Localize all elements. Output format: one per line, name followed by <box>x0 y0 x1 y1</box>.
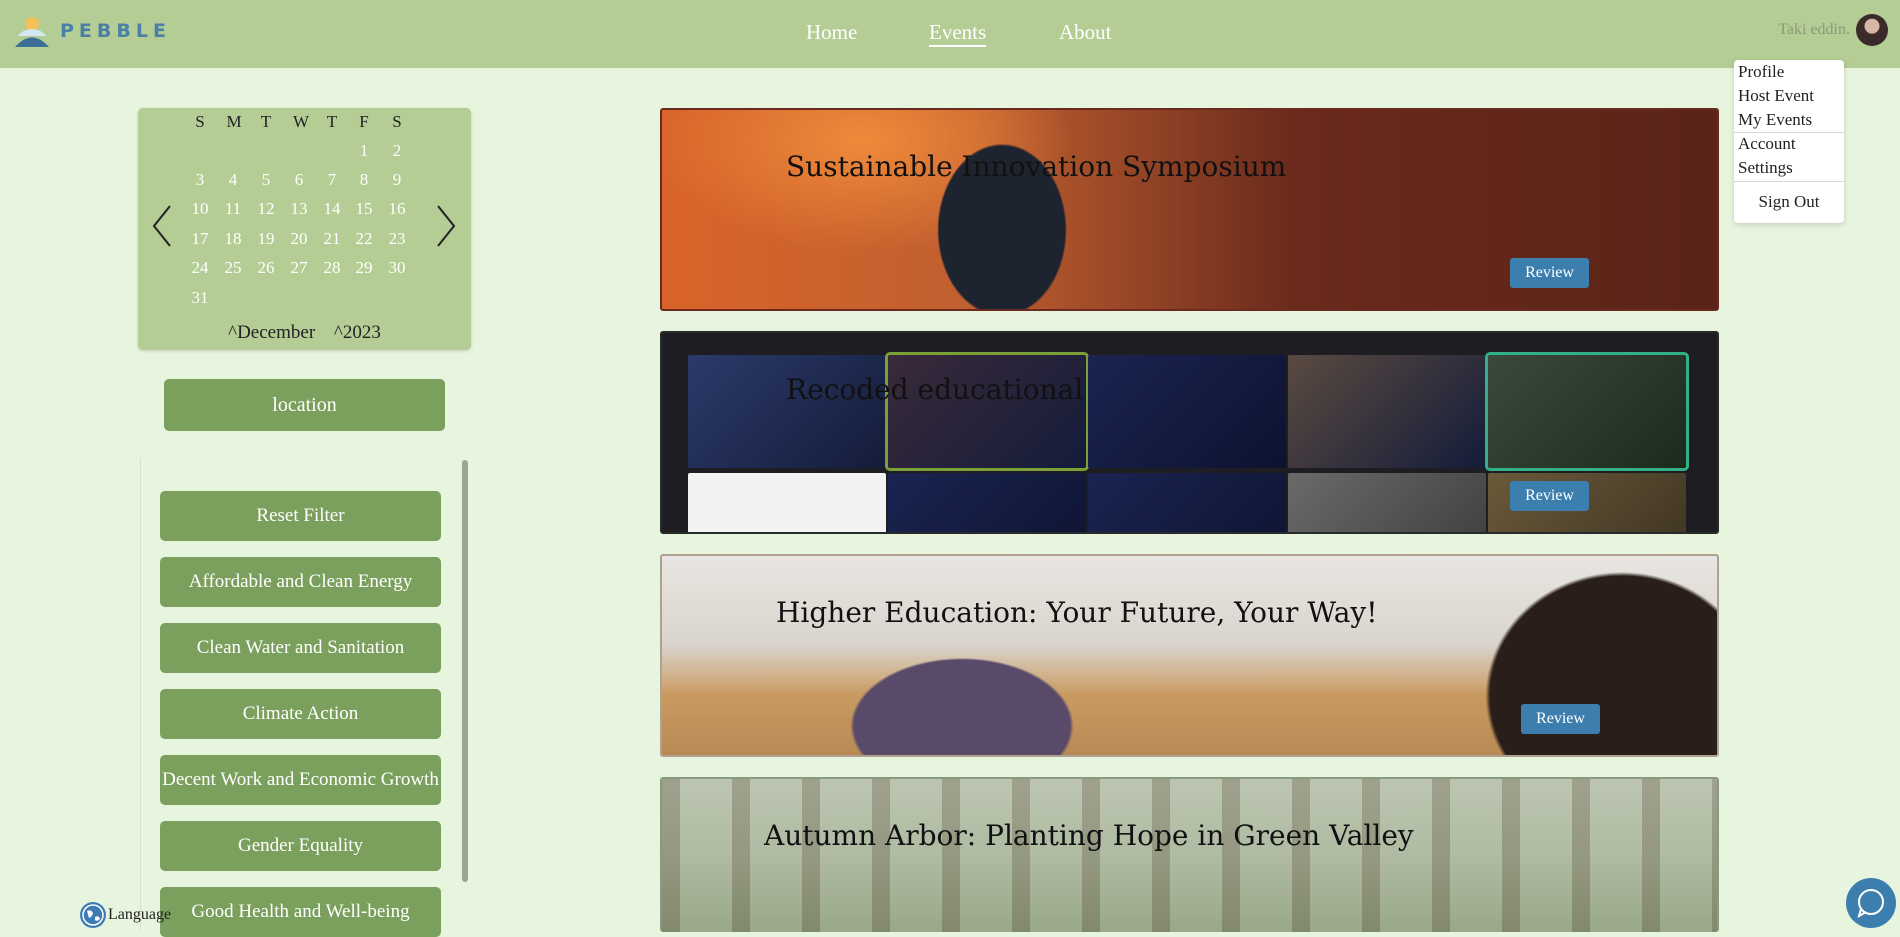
video-tile <box>1288 473 1486 532</box>
calendar-day[interactable]: 16 <box>382 199 412 219</box>
calendar-day[interactable]: 14 <box>317 199 347 219</box>
calendar-day[interactable]: 2 <box>382 141 412 161</box>
video-tile <box>688 355 886 468</box>
nav-events[interactable]: Events <box>929 20 986 45</box>
calendar-day[interactable]: 8 <box>349 170 379 190</box>
chat-support-button[interactable] <box>1846 878 1896 928</box>
calendar-day[interactable]: 23 <box>382 229 412 249</box>
calendar-day[interactable]: 18 <box>218 229 248 249</box>
event-title: Sustainable Innovation Symposium <box>786 150 1287 183</box>
event-title: Autumn Arbor: Planting Hope in Green Val… <box>764 819 1414 852</box>
avatar[interactable] <box>1856 14 1888 46</box>
month-selector[interactable]: ^December <box>228 322 315 343</box>
event-card[interactable]: Higher Education: Your Future, Your Way!… <box>660 554 1719 757</box>
menu-item-profile[interactable]: Profile <box>1738 62 1784 82</box>
reset-filter-button[interactable]: Reset Filter <box>160 491 441 541</box>
chevron-left-icon[interactable] <box>150 204 174 248</box>
globe-icon <box>80 902 106 928</box>
year-selector[interactable]: ^2023 <box>334 322 381 343</box>
video-tile <box>1288 355 1486 468</box>
calendar-day[interactable]: 3 <box>185 170 215 190</box>
filter-climate-action[interactable]: Climate Action <box>160 689 441 739</box>
top-navigation-bar: PEBBLE Home Events About Taki eddin. <box>0 0 1900 68</box>
calendar-day[interactable]: 22 <box>349 229 379 249</box>
calendar-day[interactable]: 28 <box>317 258 347 278</box>
weekday-label: T <box>326 112 338 131</box>
video-tile <box>688 473 886 532</box>
filter-affordable-clean-energy[interactable]: Affordable and Clean Energy <box>160 557 441 607</box>
video-tile <box>1088 473 1286 532</box>
calendar-day[interactable]: 12 <box>251 199 281 219</box>
menu-divider <box>1734 181 1844 182</box>
calendar-day[interactable]: 9 <box>382 170 412 190</box>
event-card[interactable]: Sustainable Innovation Symposium Review <box>660 108 1719 311</box>
event-card[interactable]: Autumn Arbor: Planting Hope in Green Val… <box>660 777 1719 932</box>
menu-item-sign-out[interactable]: Sign Out <box>1734 192 1844 212</box>
calendar-day[interactable]: 7 <box>317 170 347 190</box>
calendar-day[interactable]: 29 <box>349 258 379 278</box>
language-label: Language <box>108 906 172 923</box>
menu-item-my-events[interactable]: My Events <box>1738 110 1812 130</box>
calendar-day[interactable]: 27 <box>284 258 314 278</box>
calendar-day[interactable]: 11 <box>218 199 248 219</box>
menu-item-host-event[interactable]: Host Event <box>1738 86 1814 106</box>
calendar-day[interactable]: 30 <box>382 258 412 278</box>
weekday-label: T <box>260 112 272 131</box>
calendar-day[interactable]: 1 <box>349 141 379 161</box>
nav-about[interactable]: About <box>1059 20 1112 45</box>
calendar-day[interactable]: 5 <box>251 170 281 190</box>
menu-item-settings[interactable]: Settings <box>1738 158 1793 178</box>
nav-home[interactable]: Home <box>806 20 857 45</box>
video-tile <box>1485 352 1689 471</box>
language-switcher[interactable]: Language <box>80 902 171 928</box>
filter-clean-water-sanitation[interactable]: Clean Water and Sanitation <box>160 623 441 673</box>
filter-decent-work-economic-growth[interactable]: Decent Work and Economic Growth <box>160 755 441 805</box>
chevron-right-icon[interactable] <box>434 204 458 248</box>
calendar-day[interactable]: 6 <box>284 170 314 190</box>
event-title: Higher Education: Your Future, Your Way! <box>776 596 1378 629</box>
calendar-day[interactable]: 13 <box>284 199 314 219</box>
calendar-day[interactable]: 19 <box>251 229 281 249</box>
weekday-label: S <box>392 112 402 131</box>
user-name: Taki eddin. <box>1778 21 1850 38</box>
menu-item-account[interactable]: Account <box>1738 134 1796 154</box>
calendar-day[interactable]: 25 <box>218 258 248 278</box>
event-card[interactable]: Recoded educational Review <box>660 331 1719 534</box>
review-button[interactable]: Review <box>1510 258 1589 288</box>
calendar-day[interactable]: 24 <box>185 258 215 278</box>
weekday-label: S <box>195 112 205 131</box>
user-dropdown-menu: Profile Host Event My Events Account Set… <box>1734 60 1844 223</box>
event-title: Recoded educational <box>786 373 1084 406</box>
video-tile <box>888 473 1086 532</box>
chat-bubble-icon <box>1857 889 1884 919</box>
video-tile <box>1088 355 1286 468</box>
video-tile <box>885 352 1089 471</box>
calendar-day[interactable]: 20 <box>284 229 314 249</box>
calendar-widget: S M T W T F S 1 2 3 4 5 6 7 8 9 10 11 12… <box>138 108 471 350</box>
calendar-day[interactable]: 31 <box>185 288 215 308</box>
weekday-label: W <box>292 112 310 131</box>
menu-divider <box>1734 132 1844 133</box>
filter-gender-equality[interactable]: Gender Equality <box>160 821 441 871</box>
calendar-day[interactable]: 10 <box>185 199 215 219</box>
weekday-label: M <box>226 112 242 131</box>
filter-scrollbar[interactable] <box>462 460 468 882</box>
user-menu-trigger[interactable]: Taki eddin. <box>1778 14 1888 46</box>
review-button[interactable]: Review <box>1510 481 1589 511</box>
calendar-day[interactable]: 4 <box>218 170 248 190</box>
calendar-day[interactable]: 21 <box>317 229 347 249</box>
calendar-month-year: ^December ^2023 <box>138 322 471 344</box>
weekday-label: F <box>359 112 369 131</box>
main-nav: Home Events About <box>0 18 1900 48</box>
calendar-day[interactable]: 26 <box>251 258 281 278</box>
location-button[interactable]: location <box>164 379 445 431</box>
calendar-day[interactable]: 17 <box>185 229 215 249</box>
calendar-day[interactable]: 15 <box>349 199 379 219</box>
review-button[interactable]: Review <box>1521 704 1600 734</box>
